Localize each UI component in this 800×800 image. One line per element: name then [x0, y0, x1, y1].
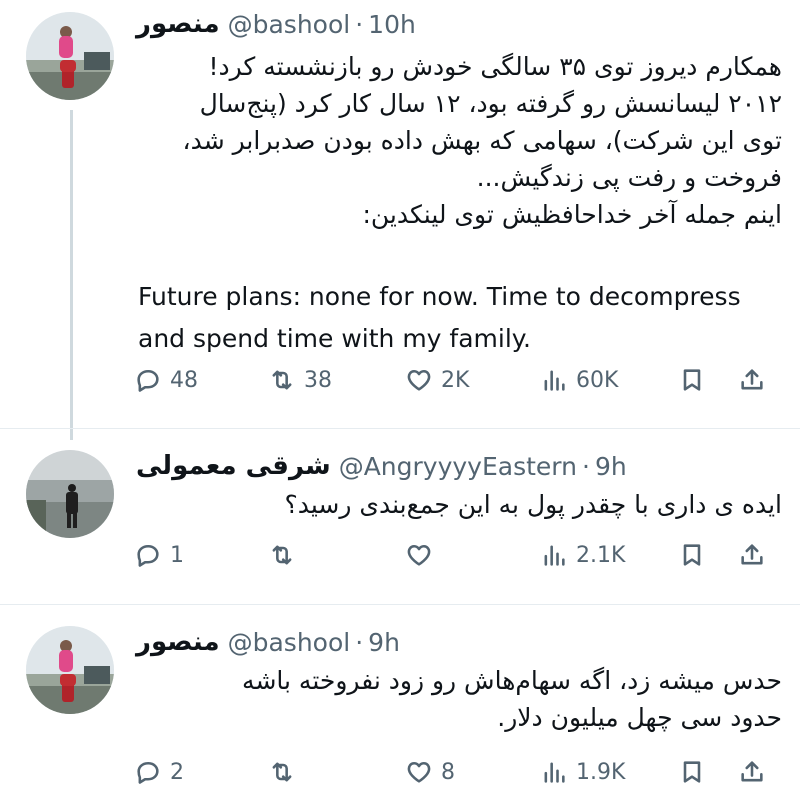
bookmark-button[interactable] [678, 752, 706, 792]
like-button[interactable]: 2K [405, 360, 469, 400]
user-handle[interactable]: @AngryyyyEastern [339, 452, 577, 481]
separator-dot: · [355, 9, 364, 39]
timestamp[interactable]: 9h [368, 628, 400, 657]
tweet-text-line: توی این شرکت)، سهامی که بهش داده بودن صد… [182, 126, 783, 155]
bookmark-button[interactable] [678, 535, 706, 575]
reply-count: 48 [170, 367, 198, 393]
views-button[interactable]: 60K [540, 360, 618, 400]
reply-icon [137, 544, 159, 567]
tweet-header: منصور @bashool · 9h [136, 622, 400, 662]
share-icon [741, 369, 763, 390]
tweet-text: همکارم دیروز توی ۳۵ سالگی خودش رو بازنشس… [130, 48, 783, 233]
tweet-text: ایده ی داری با چقدر پول به این جمع‌بندی … [130, 486, 783, 523]
action-bar: 48 38 2K 60K [130, 360, 780, 400]
tweet-text-line: ۲۰۱۲ لیسانسش رو گرفته بود، ۱۲ سال کار کر… [199, 89, 782, 118]
bookmark-icon [683, 761, 701, 783]
separator-dot: · [355, 627, 364, 657]
like-button[interactable] [405, 535, 441, 575]
reply-count: 2 [170, 759, 184, 785]
share-button[interactable] [738, 535, 766, 575]
heart-icon [407, 761, 431, 783]
tweet-text: حدس میشه زد، اگه سهام‌هاش رو زود نفروخته… [130, 662, 782, 736]
action-bar: 2 8 1.9K [130, 752, 780, 792]
like-count: 2K [441, 367, 470, 393]
user-handle[interactable]: @bashool [228, 10, 351, 39]
tweet-text-line: همکارم دیروز توی ۳۵ سالگی خودش رو بازنشس… [208, 52, 782, 81]
reply-icon [137, 369, 159, 392]
heart-icon [407, 369, 431, 391]
retweet-button[interactable]: 38 [268, 360, 332, 400]
avatar[interactable] [26, 450, 114, 538]
retweet-icon [272, 762, 292, 782]
retweet-icon [272, 370, 292, 390]
share-icon [741, 761, 763, 782]
bookmark-icon [683, 369, 701, 391]
timestamp[interactable]: 9h [595, 452, 627, 481]
retweet-count: 38 [304, 367, 332, 393]
reply-button[interactable]: 1 [134, 535, 184, 575]
retweet-button[interactable] [268, 752, 304, 792]
heart-icon [407, 544, 431, 566]
tweet-text-line: فروخت و رفت پی زندگیش... [476, 163, 782, 192]
views-count: 60K [576, 367, 619, 393]
avatar[interactable] [26, 626, 114, 714]
views-count: 1.9K [576, 759, 626, 785]
reply-icon [137, 761, 159, 784]
separator-dot: · [581, 451, 590, 481]
tweet-divider [0, 428, 800, 429]
tweet-text-line: حدود سی چهل میلیون دلار. [497, 703, 782, 732]
avatar[interactable] [26, 12, 114, 100]
like-count: 8 [441, 759, 455, 785]
timestamp[interactable]: 10h [368, 10, 416, 39]
bookmark-button[interactable] [678, 360, 706, 400]
thread-connector-line [70, 110, 73, 440]
user-handle[interactable]: @bashool [228, 628, 351, 657]
tweet-header: منصور @bashool · 10h [136, 4, 416, 44]
display-name[interactable]: منصور [136, 627, 220, 657]
views-icon [544, 545, 565, 566]
views-button[interactable]: 1.9K [540, 752, 625, 792]
tweet-text-line: اینم جمله آخر خداحافظیش توی لینکدین: [362, 200, 782, 229]
bookmark-icon [683, 544, 701, 566]
reply-button[interactable]: 48 [134, 360, 198, 400]
views-icon [544, 762, 565, 783]
quoted-text: Future plans: none for now. Time to deco… [138, 276, 788, 360]
reply-button[interactable]: 2 [134, 752, 184, 792]
display-name[interactable]: شرقی معمولی [136, 451, 331, 481]
tweet-header: شرقی معمولی @AngryyyyEastern · 9h [136, 446, 627, 486]
like-button[interactable]: 8 [405, 752, 455, 792]
share-icon [741, 544, 763, 565]
views-icon [544, 370, 565, 391]
reply-count: 1 [170, 542, 184, 568]
views-button[interactable]: 2.1K [540, 535, 625, 575]
share-button[interactable] [738, 360, 766, 400]
share-button[interactable] [738, 752, 766, 792]
views-count: 2.1K [576, 542, 626, 568]
retweet-button[interactable] [268, 535, 304, 575]
tweet-divider [0, 604, 800, 605]
quoted-text-line: Future plans: none for now. Time to deco… [138, 282, 741, 311]
display-name[interactable]: منصور [136, 9, 220, 39]
quoted-text-line: and spend time with my family. [138, 324, 531, 353]
tweet-text-line: حدس میشه زد، اگه سهام‌هاش رو زود نفروخته… [242, 666, 782, 695]
action-bar: 1 2.1K [130, 535, 780, 575]
tweet-text-line: ایده ی داری با چقدر پول به این جمع‌بندی … [284, 490, 783, 519]
retweet-icon [272, 545, 292, 565]
